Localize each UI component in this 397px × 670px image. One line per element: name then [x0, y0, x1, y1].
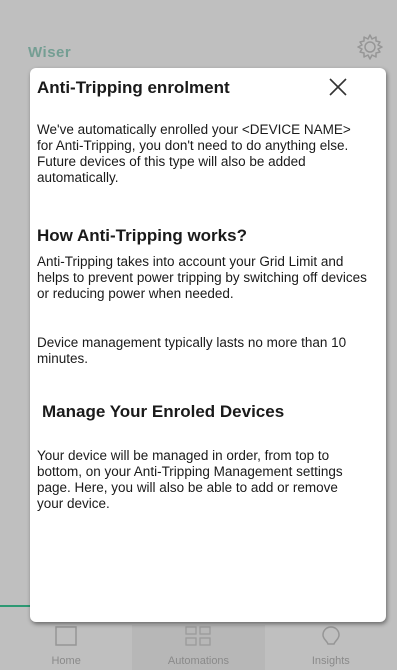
manage-text: Your device will be managed in order, fr… [37, 448, 343, 511]
intro-text: We've automatically enrolled your <DEVIC… [37, 122, 351, 185]
close-icon[interactable] [327, 76, 349, 98]
how-text: Anti-Tripping takes into account your Gr… [37, 254, 367, 301]
modal-title: Anti-Tripping enrolment [37, 78, 230, 97]
duration-text: Device management typically lasts no mor… [37, 335, 347, 366]
how-heading: How Anti-Tripping works? [37, 226, 247, 245]
manage-heading: Manage Your Enroled Devices [42, 402, 285, 421]
